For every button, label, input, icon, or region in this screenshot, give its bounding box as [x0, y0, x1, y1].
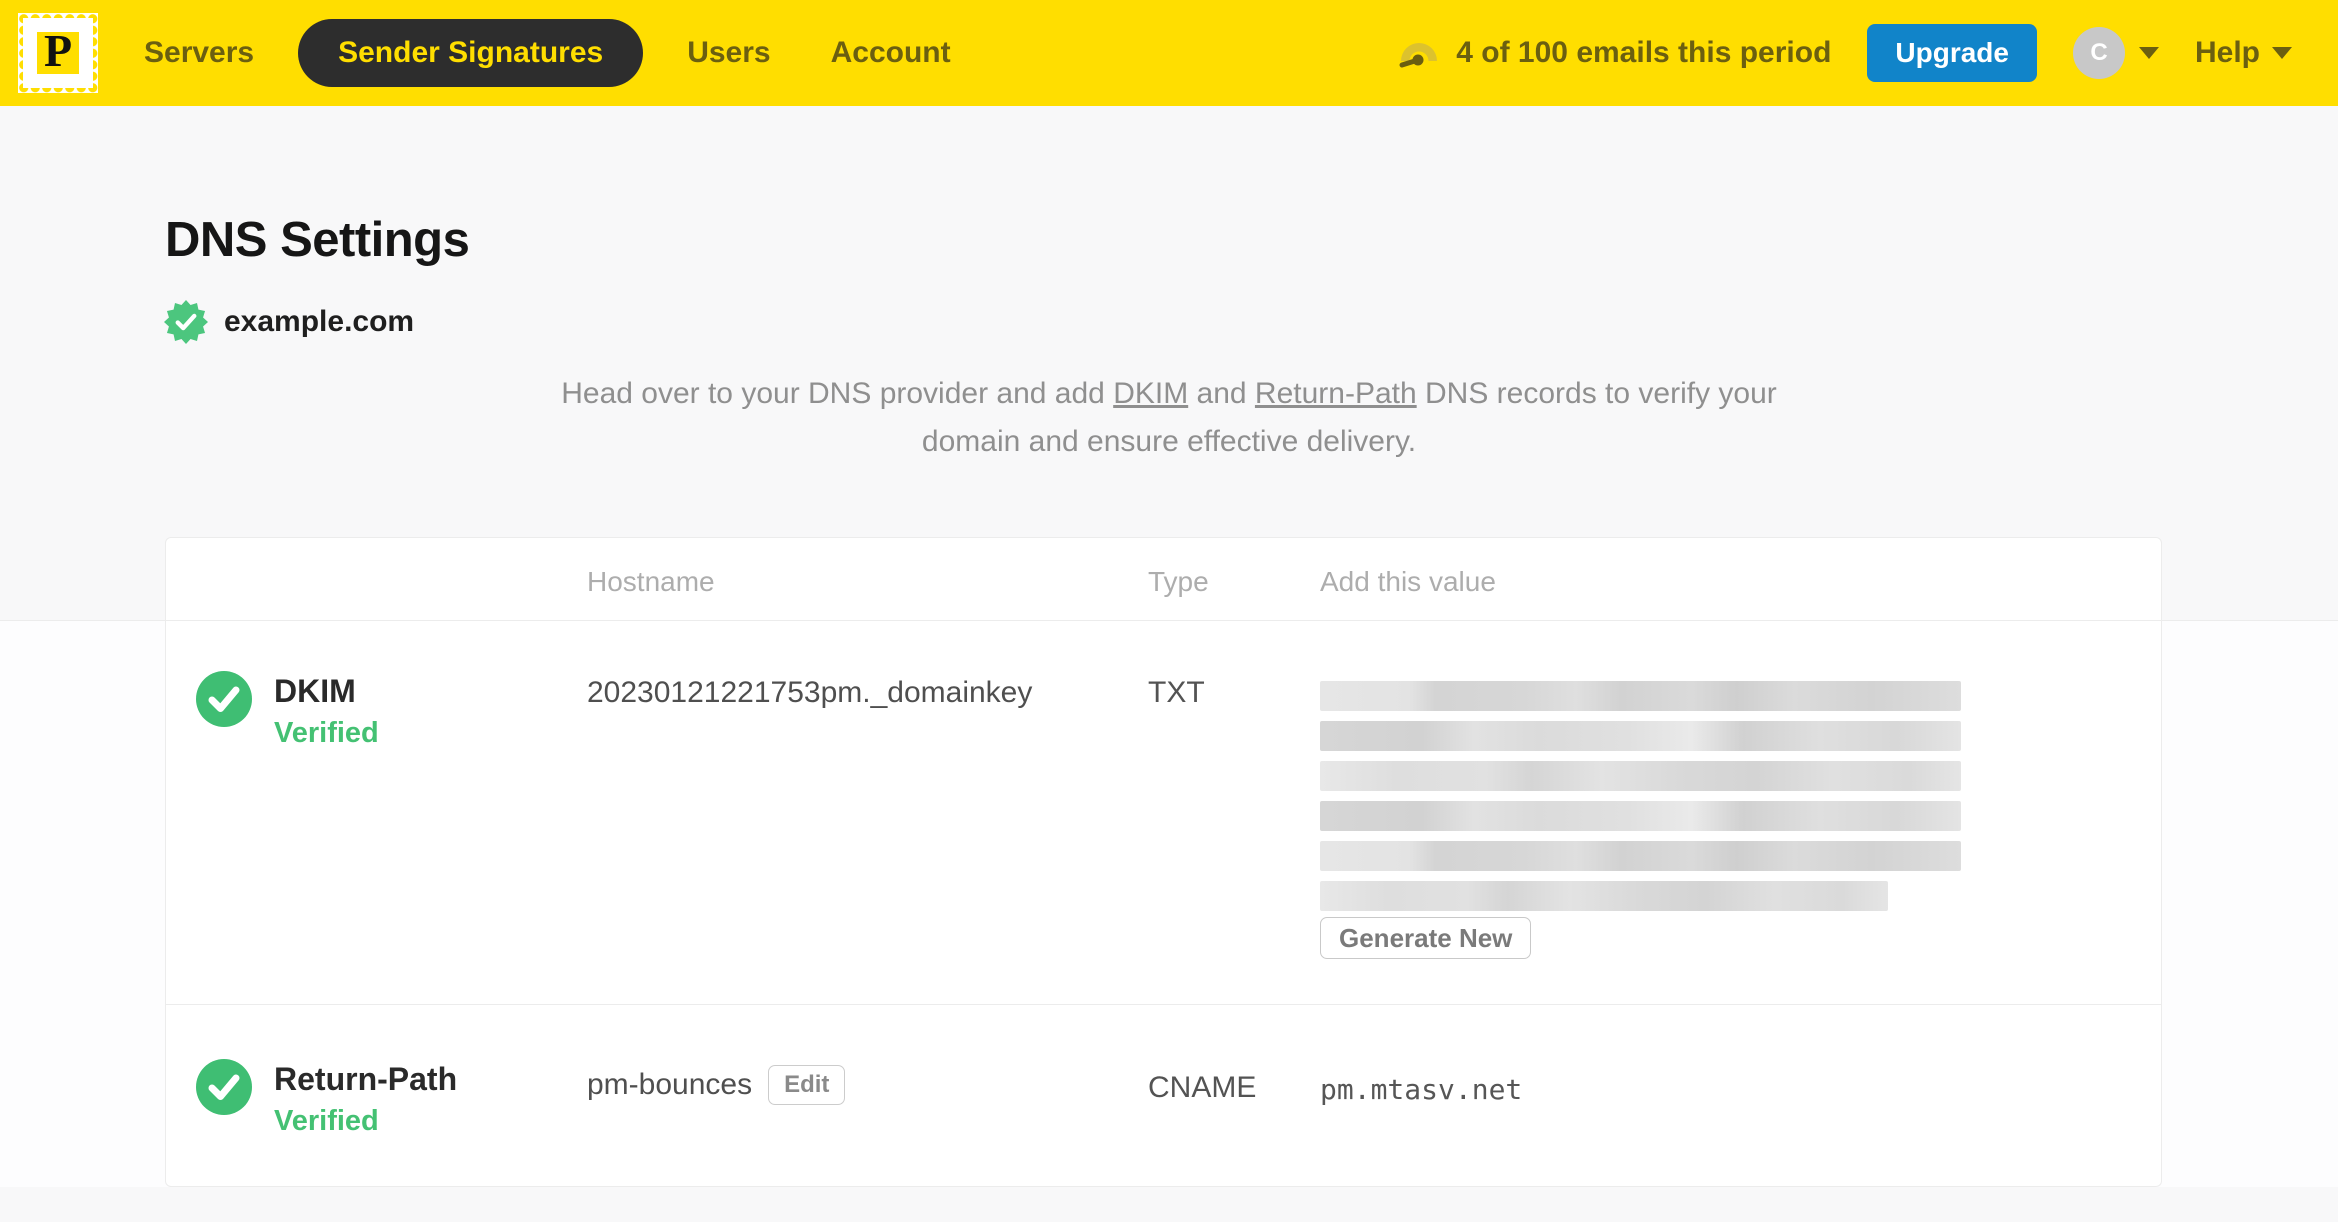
verified-seal-icon	[164, 300, 208, 344]
status-badge: Verified	[274, 717, 379, 749]
record-hostname: pm-bounces	[587, 1068, 753, 1101]
main-nav-menu: Servers Sender Signatures Users Account	[144, 19, 981, 87]
upgrade-button[interactable]: Upgrade	[1867, 24, 2037, 82]
nav-item-sender-signatures[interactable]: Sender Signatures	[298, 19, 644, 87]
chevron-down-icon	[2272, 47, 2292, 59]
column-header-hostname: Hostname	[587, 566, 715, 597]
dns-settings-screen: P Servers Sender Signatures Users Accoun…	[0, 0, 2338, 1222]
return-path-link[interactable]: Return-Path	[1255, 377, 1417, 410]
account-menu[interactable]: C	[2072, 27, 2159, 79]
domain-name: example.com	[224, 305, 415, 338]
gauge-icon	[1399, 43, 1438, 68]
verified-check-icon	[196, 671, 252, 727]
dkim-link[interactable]: DKIM	[1113, 377, 1188, 410]
nav-item-servers[interactable]: Servers	[144, 36, 284, 70]
postmark-stamp-center: P	[37, 28, 79, 74]
record-hostname-group: pm-bounces Edit	[587, 1065, 846, 1105]
top-navbar: P Servers Sender Signatures Users Accoun…	[0, 0, 2338, 106]
generate-new-button[interactable]: Generate New	[1320, 917, 1532, 959]
avatar: C	[2072, 27, 2125, 79]
redacted-value-bar	[1320, 761, 1961, 791]
record-name: DKIM	[274, 673, 356, 709]
description-text: and	[1188, 377, 1255, 410]
page-title: DNS Settings	[165, 213, 470, 267]
redacted-value-bar	[1320, 721, 1961, 751]
dkim-value-redacted	[1320, 681, 1961, 921]
domain-row: example.com	[164, 300, 414, 344]
status-badge: Verified	[274, 1105, 379, 1137]
usage-meter: 4 of 100 emails this period	[1396, 36, 1831, 70]
table-row-dkim: DKIM Verified 20230121221753pm._domainke…	[166, 621, 2161, 1004]
record-type: CNAME	[1148, 1071, 1257, 1104]
record-type: TXT	[1148, 676, 1205, 709]
description-text: Head over to your DNS provider and add	[561, 377, 1114, 410]
page-description: Head over to your DNS provider and add D…	[0, 370, 2338, 466]
help-menu[interactable]: Help	[2195, 36, 2292, 70]
column-header-value: Add this value	[1320, 566, 1496, 597]
table-header-row: Hostname Type Add this value	[166, 538, 2161, 621]
usage-text: 4 of 100 emails this period	[1456, 36, 1832, 69]
record-hostname: 20230121221753pm._domainkey	[587, 676, 1033, 709]
navbar-right-cluster: 4 of 100 emails this period Upgrade C He…	[1396, 24, 2292, 82]
postmark-logo[interactable]: P	[18, 13, 98, 93]
redacted-value-bar	[1320, 881, 1888, 911]
record-name: Return-Path	[274, 1061, 458, 1097]
postmark-logo-letter: P	[43, 25, 73, 76]
postmark-stamp-face: P	[23, 18, 93, 88]
chevron-down-icon	[2138, 47, 2159, 59]
redacted-value-bar	[1320, 841, 1961, 871]
edit-button[interactable]: Edit	[768, 1065, 846, 1105]
redacted-value-bar	[1320, 801, 1961, 831]
nav-item-users[interactable]: Users	[657, 36, 800, 70]
nav-item-account[interactable]: Account	[801, 36, 981, 70]
redacted-value-bar	[1320, 681, 1961, 711]
record-value: pm.mtasv.net	[1320, 1073, 1523, 1106]
column-header-type: Type	[1148, 566, 1209, 597]
verified-check-icon	[196, 1059, 252, 1115]
help-label: Help	[2194, 36, 2260, 69]
table-row-return-path: Return-Path Verified pm-bounces Edit CNA…	[166, 1004, 2161, 1186]
dns-records-table: Hostname Type Add this value DKIM Verifi…	[165, 537, 2162, 1187]
